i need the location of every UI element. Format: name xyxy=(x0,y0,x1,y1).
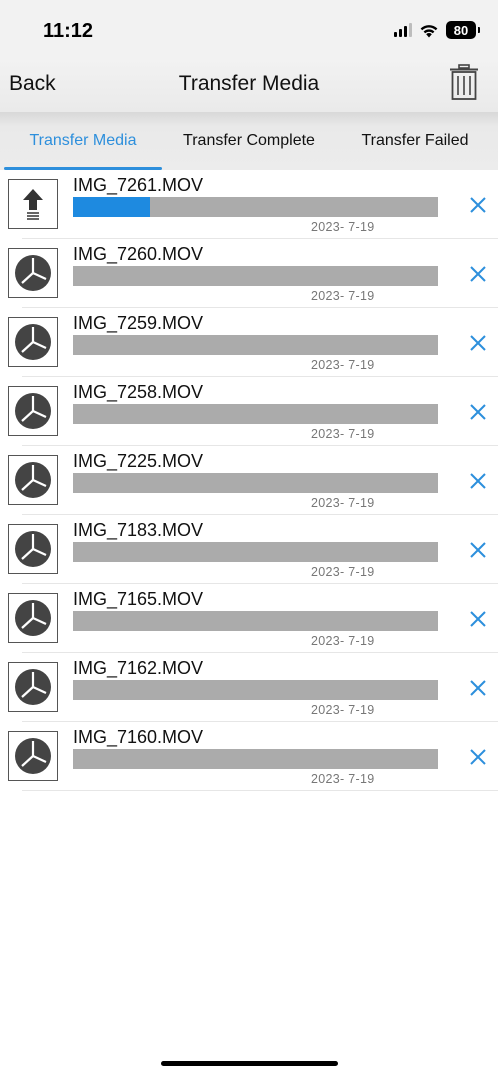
tab-transfer-media[interactable]: Transfer Media xyxy=(0,112,166,170)
status-time: 11:12 xyxy=(43,20,94,42)
tab-transfer-failed[interactable]: Transfer Failed xyxy=(332,112,498,170)
file-name: IMG_7183.MOV xyxy=(73,520,204,540)
clock-icon xyxy=(8,455,58,505)
progress-bar xyxy=(73,611,438,631)
tab-label: Transfer Failed xyxy=(361,132,469,149)
file-date: 2023- 7-19 xyxy=(311,289,375,303)
tab-label: Transfer Media xyxy=(29,132,137,149)
progress-bar xyxy=(73,542,438,562)
clock-icon xyxy=(8,662,58,712)
clock-icon xyxy=(8,731,58,781)
progress-bar xyxy=(73,473,438,493)
clock-icon xyxy=(8,248,58,298)
file-name: IMG_7160.MOV xyxy=(73,727,204,747)
close-icon[interactable] xyxy=(466,193,490,217)
upload-arrow-icon xyxy=(8,179,58,229)
file-name: IMG_7260.MOV xyxy=(73,244,204,264)
file-date: 2023- 7-19 xyxy=(311,220,375,234)
divider xyxy=(22,790,498,791)
status-bar: 11:12 80 xyxy=(0,0,498,58)
progress-bar xyxy=(73,335,438,355)
close-icon[interactable] xyxy=(466,331,490,355)
file-name: IMG_7165.MOV xyxy=(73,589,204,609)
file-date: 2023- 7-19 xyxy=(311,565,375,579)
transfer-list: IMG_7261.MOV 2023- 7-19 IMG_7260.MOV 202… xyxy=(0,170,498,791)
clock-icon xyxy=(8,386,58,436)
tab-transfer-complete[interactable]: Transfer Complete xyxy=(166,112,332,170)
transfer-row[interactable]: IMG_7165.MOV 2023- 7-19 xyxy=(0,584,498,653)
tab-bar: Transfer Media Transfer Complete Transfe… xyxy=(0,112,498,170)
file-name: IMG_7259.MOV xyxy=(73,313,204,333)
progress-bar xyxy=(73,749,438,769)
transfer-row[interactable]: IMG_7261.MOV 2023- 7-19 xyxy=(0,170,498,239)
file-date: 2023- 7-19 xyxy=(311,358,375,372)
tab-label: Transfer Complete xyxy=(183,132,315,149)
clock-icon xyxy=(8,524,58,574)
file-date: 2023- 7-19 xyxy=(311,703,375,717)
clock-icon xyxy=(8,593,58,643)
transfer-row[interactable]: IMG_7259.MOV 2023- 7-19 xyxy=(0,308,498,377)
file-date: 2023- 7-19 xyxy=(311,772,375,786)
file-name: IMG_7162.MOV xyxy=(73,658,204,678)
progress-fill xyxy=(73,197,150,217)
clock-icon xyxy=(8,317,58,367)
progress-bar xyxy=(73,404,438,424)
transfer-row[interactable]: IMG_7183.MOV 2023- 7-19 xyxy=(0,515,498,584)
nav-bar: Back Transfer Media xyxy=(0,58,498,112)
file-date: 2023- 7-19 xyxy=(311,634,375,648)
transfer-row[interactable]: IMG_7162.MOV 2023- 7-19 xyxy=(0,653,498,722)
close-icon[interactable] xyxy=(466,676,490,700)
close-icon[interactable] xyxy=(466,469,490,493)
status-icons: 80 xyxy=(394,21,480,39)
close-icon[interactable] xyxy=(466,400,490,424)
page-title: Transfer Media xyxy=(178,72,320,95)
file-name: IMG_7225.MOV xyxy=(73,451,204,471)
transfer-row[interactable]: IMG_7260.MOV 2023- 7-19 xyxy=(0,239,498,308)
trash-icon[interactable] xyxy=(449,64,479,100)
transfer-row[interactable]: IMG_7160.MOV 2023- 7-19 xyxy=(0,722,498,791)
file-date: 2023- 7-19 xyxy=(311,427,375,441)
close-icon[interactable] xyxy=(466,538,490,562)
close-icon[interactable] xyxy=(466,262,490,286)
progress-bar xyxy=(73,266,438,286)
transfer-row[interactable]: IMG_7225.MOV 2023- 7-19 xyxy=(0,446,498,515)
close-icon[interactable] xyxy=(466,607,490,631)
transfer-row[interactable]: IMG_7258.MOV 2023- 7-19 xyxy=(0,377,498,446)
cellular-signal-icon xyxy=(394,23,412,37)
progress-bar xyxy=(73,197,438,217)
battery-icon: 80 xyxy=(446,21,480,39)
file-name: IMG_7258.MOV xyxy=(73,382,204,402)
file-date: 2023- 7-19 xyxy=(311,496,375,510)
progress-bar xyxy=(73,680,438,700)
file-name: IMG_7261.MOV xyxy=(73,175,204,195)
close-icon[interactable] xyxy=(466,745,490,769)
home-indicator xyxy=(161,1061,338,1066)
wifi-icon xyxy=(420,24,438,37)
